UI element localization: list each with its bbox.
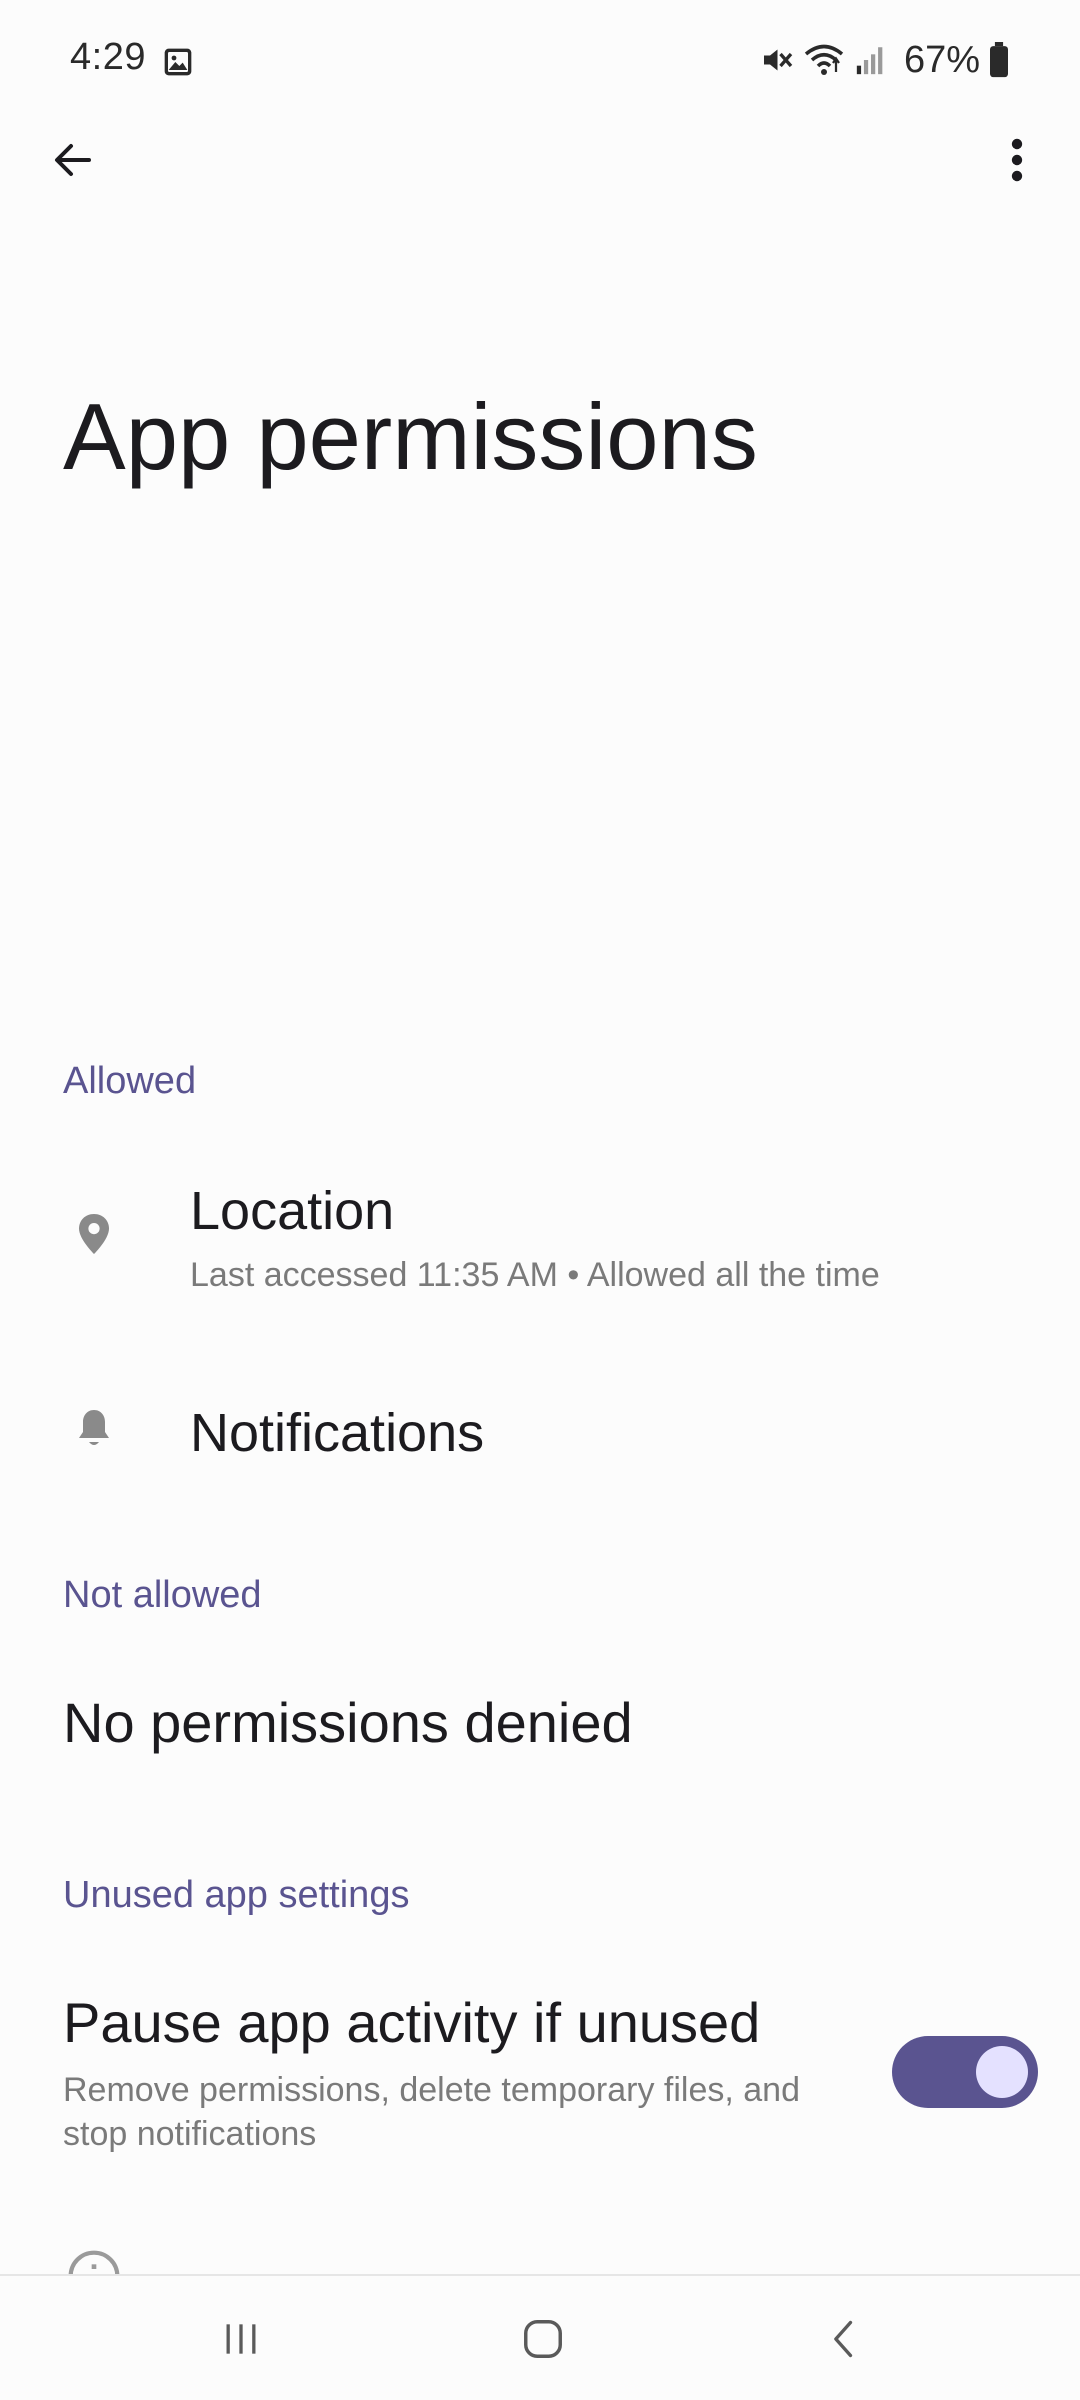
pause-app-activity-toggle[interactable] bbox=[892, 2036, 1038, 2108]
bell-icon bbox=[79, 1410, 109, 1445]
section-header-not-allowed: Not allowed bbox=[63, 1574, 262, 1616]
permission-title: Notifications bbox=[190, 1403, 485, 1463]
home-icon bbox=[524, 2320, 562, 2358]
pause-app-activity-subtitle: Remove permissions, delete temporary fil… bbox=[63, 2071, 800, 2153]
status-icons: 67% bbox=[758, 38, 1010, 82]
no-permissions-denied-text: No permissions denied bbox=[63, 1691, 633, 1754]
status-time: 4:29 bbox=[70, 36, 146, 78]
app-permissions-screen: 4:29 67% App permissions Allowed Locatio… bbox=[0, 0, 1080, 2400]
recent-apps-button[interactable] bbox=[196, 2304, 286, 2374]
wifi-icon bbox=[804, 44, 844, 75]
system-back-button[interactable] bbox=[800, 2304, 890, 2374]
recent-apps-icon bbox=[226, 2324, 256, 2354]
signal-icon bbox=[856, 47, 883, 75]
permission-subtitle: Last accessed 11:35 AM • Allowed all the… bbox=[190, 1256, 880, 1294]
system-navigation-bar bbox=[0, 2274, 1080, 2400]
back-button[interactable] bbox=[40, 120, 106, 200]
battery-percentage: 67% bbox=[903, 38, 980, 81]
home-button[interactable] bbox=[498, 2304, 588, 2374]
permission-title: Location bbox=[190, 1181, 395, 1241]
section-header-allowed: Allowed bbox=[63, 1060, 197, 1102]
permission-item-notifications[interactable]: Notifications bbox=[0, 1370, 1080, 1490]
battery-icon bbox=[990, 42, 1008, 78]
chevron-left-icon bbox=[834, 2320, 853, 2358]
location-pin-icon bbox=[79, 1214, 109, 1254]
arrow-back-icon bbox=[55, 144, 91, 176]
permission-item-location[interactable]: Location Last accessed 11:35 AM • Allowe… bbox=[0, 1150, 1080, 1330]
section-header-unused-app-settings: Unused app settings bbox=[63, 1874, 410, 1916]
more-vert-icon bbox=[1011, 138, 1023, 182]
status-bar: 4:29 67% bbox=[0, 0, 1080, 120]
more-options-button[interactable] bbox=[984, 120, 1050, 200]
page-title: App permissions bbox=[63, 384, 758, 489]
toggle-knob bbox=[976, 2046, 1028, 2098]
pause-app-activity-title[interactable]: Pause app activity if unused bbox=[63, 1990, 760, 2055]
gallery-notification-icon bbox=[164, 48, 192, 76]
mute-icon bbox=[763, 49, 793, 71]
